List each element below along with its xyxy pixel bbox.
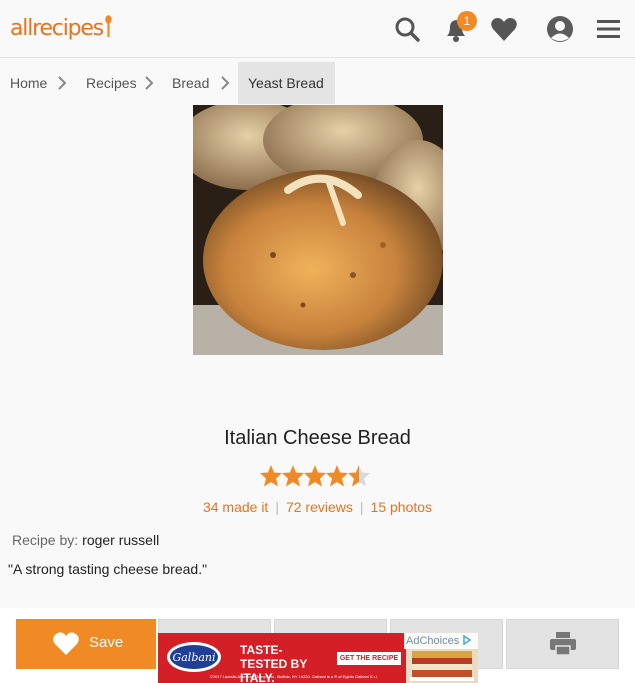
breadcrumb-recipes[interactable]: Recipes [86, 62, 137, 104]
chevron-right-icon [145, 76, 154, 90]
reviews-link[interactable]: 72 reviews [286, 499, 353, 515]
svg-text:Galbani: Galbani [172, 651, 215, 664]
breadcrumb-home[interactable]: Home [10, 62, 47, 104]
save-label: Save [89, 634, 124, 651]
byline-label: Recipe by: [12, 532, 79, 548]
allrecipes-logo[interactable]: allrecipes [10, 14, 112, 44]
spoon-icon [105, 15, 112, 37]
recipe-photo[interactable] [193, 105, 443, 355]
divider: | [359, 499, 364, 515]
heart-icon[interactable] [489, 14, 519, 44]
user-icon[interactable] [545, 14, 575, 44]
recipe-stats: 34 made it | 72 reviews | 15 photos [0, 499, 635, 515]
printer-icon [550, 632, 576, 656]
site-header: allrecipes 1 [0, 0, 635, 58]
recipe-byline: Recipe by: roger russell [12, 532, 159, 548]
star-icon [260, 465, 282, 487]
recipe-title: Italian Cheese Bread [224, 427, 411, 449]
notifications-button[interactable]: 1 [441, 11, 477, 44]
chevron-right-icon [221, 76, 230, 90]
breadcrumb-bread[interactable]: Bread [172, 62, 209, 104]
save-button[interactable]: Save [16, 619, 156, 669]
adchoices-link[interactable]: AdChoices [404, 633, 478, 649]
chevron-right-icon [58, 76, 67, 90]
author-link[interactable]: roger russell [82, 532, 159, 548]
logo-text: allrecipes [10, 16, 104, 41]
ad-cta-button[interactable]: GET THE RECIPE ▶ [337, 652, 401, 675]
star-rating[interactable] [260, 464, 372, 488]
breadcrumb-yeast-bread[interactable]: Yeast Bread [238, 62, 335, 104]
half-star-icon [348, 465, 370, 487]
heart-icon [53, 632, 79, 655]
print-button[interactable] [506, 619, 619, 669]
recipe-description: "A strong tasting cheese bread." [8, 561, 208, 577]
star-icon [326, 465, 348, 487]
star-icon [304, 465, 326, 487]
ad-legal-text: ©2017 Lactalis American Group, Inc., Buf… [210, 674, 378, 679]
galbani-logo: Galbani [167, 642, 221, 672]
star-icon [282, 465, 304, 487]
search-icon[interactable] [392, 14, 422, 44]
divider: | [275, 499, 279, 515]
menu-icon[interactable] [594, 14, 624, 44]
notification-badge: 1 [457, 11, 477, 31]
adchoices-icon [463, 634, 472, 646]
breadcrumb: Home Recipes Bread Yeast Bread [0, 62, 635, 104]
photos-link[interactable]: 15 photos [371, 499, 433, 515]
made-it-link[interactable]: 34 made it [203, 499, 268, 515]
adchoices-label: AdChoices [406, 635, 460, 647]
